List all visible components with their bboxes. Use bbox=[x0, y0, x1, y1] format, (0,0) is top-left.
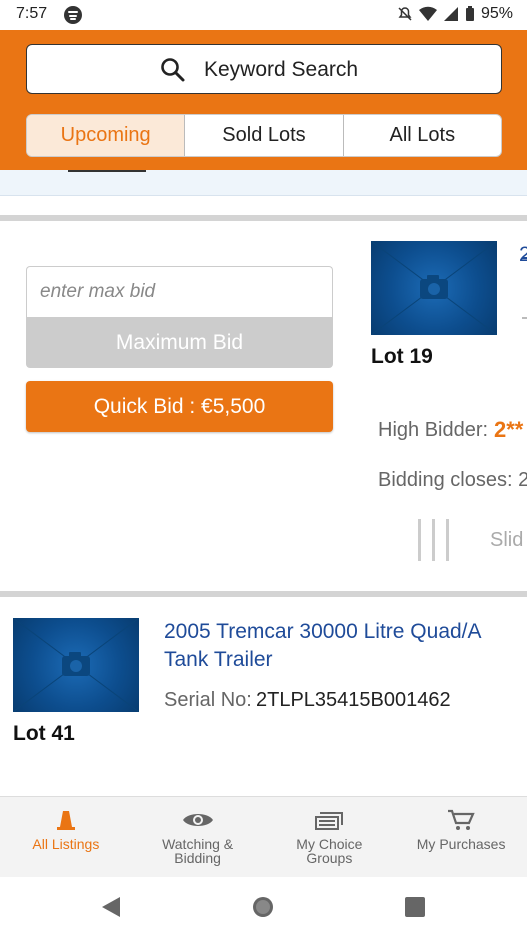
lot-image[interactable] bbox=[371, 241, 497, 335]
listing-title[interactable]: 2005 Tremcar 30000 Litre Quad/A Tank Tra… bbox=[164, 618, 524, 674]
quick-bid-button[interactable]: Quick Bid : €5,500 bbox=[26, 381, 333, 432]
camera-icon bbox=[13, 618, 139, 712]
serial-label: Serial No: bbox=[164, 689, 252, 711]
camera-icon bbox=[371, 241, 497, 335]
recents-icon[interactable] bbox=[404, 896, 426, 918]
serial-fragment bbox=[522, 317, 527, 319]
high-bidder-value: 2** bbox=[494, 417, 524, 442]
max-bid-input[interactable]: enter max bid bbox=[26, 266, 333, 318]
listing-title[interactable]: 2 bbox=[519, 243, 527, 267]
spotify-icon bbox=[64, 6, 82, 24]
nav-label: My Choice Groups bbox=[296, 836, 363, 866]
lot-number: Lot 41 bbox=[13, 722, 75, 745]
stack-icon bbox=[315, 812, 344, 830]
nav-watching-bidding[interactable]: Watching & Bidding bbox=[132, 797, 264, 877]
divider bbox=[0, 591, 527, 597]
tab-sold-lots[interactable]: Sold Lots bbox=[185, 115, 344, 156]
system-nav-bar bbox=[0, 877, 527, 937]
nav-all-listings[interactable]: All Listings bbox=[0, 797, 132, 877]
bidding-closes: Bidding closes: 2 bbox=[378, 469, 527, 491]
high-bidder-label: High Bidder: bbox=[378, 419, 489, 441]
cone-icon bbox=[56, 811, 75, 830]
sub-header-strip bbox=[0, 170, 527, 196]
slide-handle[interactable] bbox=[418, 519, 450, 561]
bottom-nav: All Listings Watching & Bidding My Choic… bbox=[0, 796, 527, 877]
battery-level: 95% bbox=[480, 5, 513, 22]
tab-bar: Upcoming Sold Lots All Lots bbox=[26, 114, 502, 157]
eye-icon bbox=[182, 814, 213, 826]
cart-icon bbox=[448, 809, 475, 830]
battery-icon bbox=[465, 6, 474, 21]
back-icon[interactable] bbox=[100, 896, 122, 918]
nav-label: All Listings bbox=[32, 836, 100, 852]
search-icon bbox=[161, 58, 185, 82]
nav-my-purchases[interactable]: My Purchases bbox=[395, 797, 527, 877]
signal-icon bbox=[443, 7, 458, 21]
nav-label: My Purchases bbox=[416, 836, 506, 852]
status-icons: 95% bbox=[397, 5, 513, 23]
tab-upcoming[interactable]: Upcoming bbox=[27, 115, 186, 156]
home-icon[interactable] bbox=[251, 895, 275, 919]
wifi-icon bbox=[418, 6, 437, 22]
tab-indicator bbox=[68, 170, 146, 172]
serial-value: 2TLPL35415B001462 bbox=[256, 689, 451, 711]
slide-text: Slid bbox=[490, 529, 524, 551]
tab-all-lots[interactable]: All Lots bbox=[344, 115, 501, 156]
search-bar[interactable]: Keyword Search bbox=[26, 44, 502, 94]
lot-number: Lot 19 bbox=[371, 345, 433, 368]
mute-icon bbox=[398, 7, 412, 21]
search-input[interactable]: Keyword Search bbox=[204, 58, 358, 82]
nav-label: Watching & Bidding bbox=[162, 836, 234, 866]
maximum-bid-button[interactable]: Maximum Bid bbox=[26, 317, 333, 368]
lot-image[interactable] bbox=[13, 618, 139, 712]
status-bar: 7:57 95% bbox=[0, 0, 527, 30]
nav-my-choice-groups[interactable]: My Choice Groups bbox=[264, 797, 396, 877]
status-time: 7:57 bbox=[16, 5, 48, 22]
title-underline bbox=[522, 257, 527, 259]
header: Keyword Search Upcoming Sold Lots All Lo… bbox=[0, 30, 527, 170]
